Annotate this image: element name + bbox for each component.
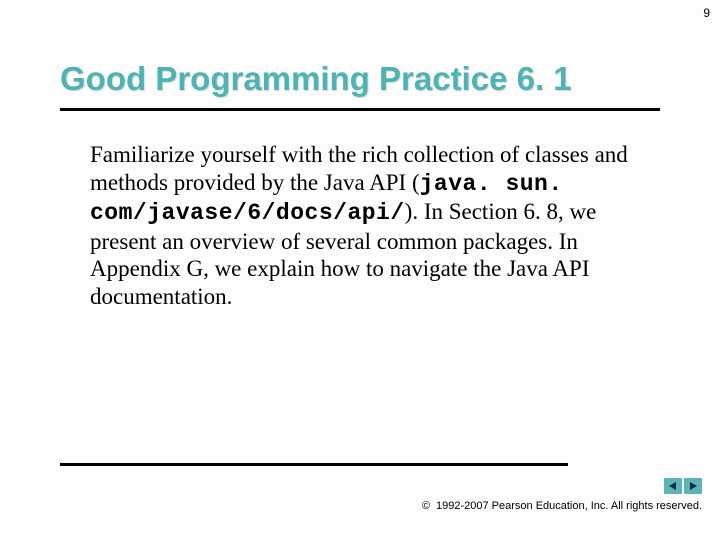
footer: © 1992-2007 Pearson Education, Inc. All … [422, 500, 702, 512]
body-text: Familiarize yourself with the rich colle… [60, 141, 660, 311]
prev-button[interactable] [664, 478, 682, 494]
slide-title: Good Programming Practice 6. 1 [60, 60, 660, 98]
copyright-symbol: © [422, 500, 430, 512]
title-rule [60, 108, 660, 111]
next-button[interactable] [684, 478, 702, 494]
slide-content: Good Programming Practice 6. 1 Familiari… [0, 0, 720, 311]
nav-controls [664, 478, 702, 494]
bottom-rule [60, 463, 568, 466]
triangle-right-icon [688, 481, 698, 491]
page-number: 9 [703, 6, 710, 20]
copyright-text: 1992-2007 Pearson Education, Inc. All ri… [436, 500, 702, 512]
triangle-left-icon [668, 481, 678, 491]
